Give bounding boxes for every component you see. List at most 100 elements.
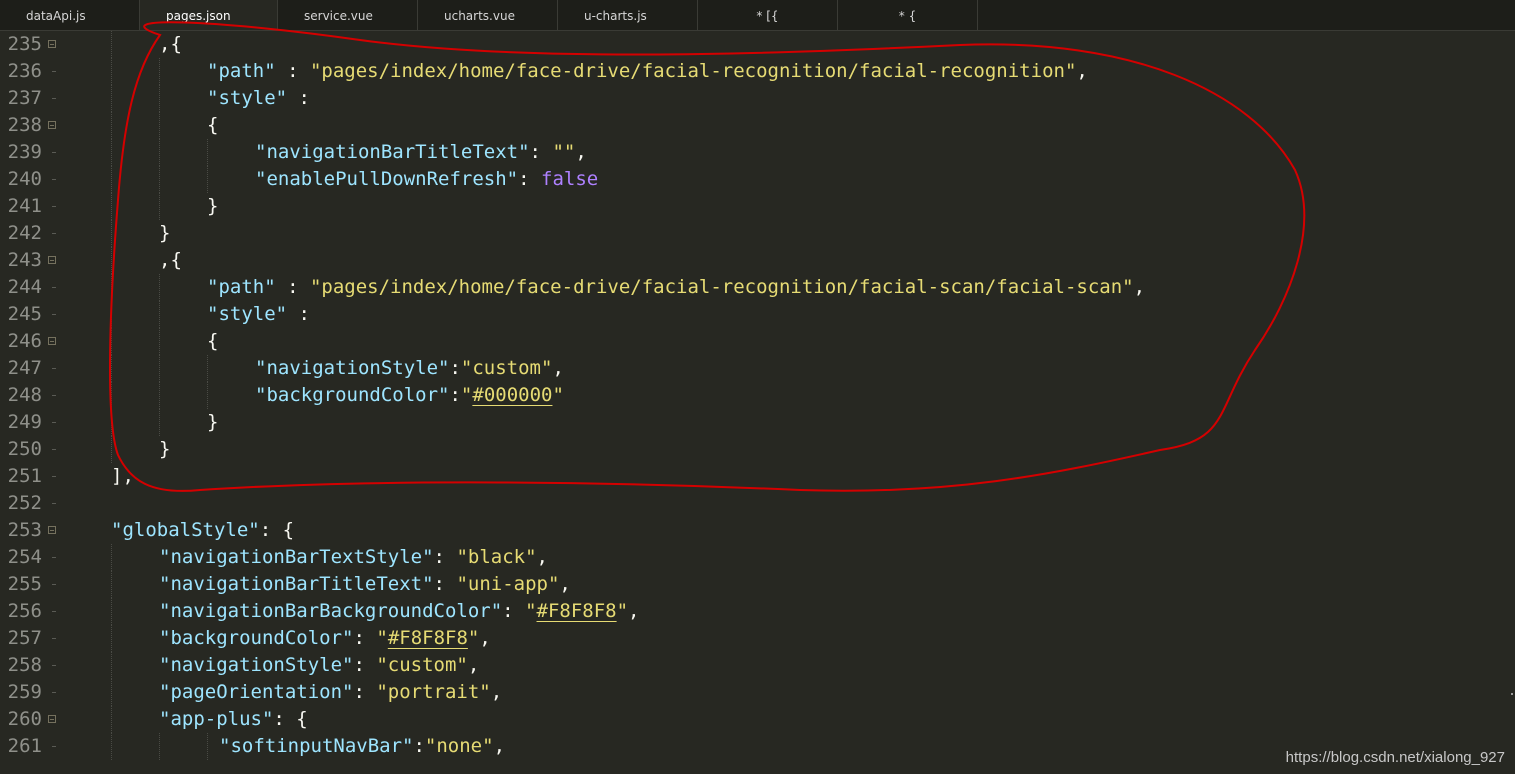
code-line[interactable]: 253 "globalStyle": { [0, 517, 1515, 544]
code-line[interactable]: 245 "style" : [0, 301, 1515, 328]
token-pun: , [490, 681, 503, 703]
line-number: 246 [7, 330, 42, 352]
code-line[interactable]: 257 "backgroundColor": "#F8F8F8", [0, 625, 1515, 652]
code-text: ], [111, 463, 134, 490]
token-key: "navigationStyle" [255, 357, 450, 379]
token-str: "portrait" [376, 681, 491, 703]
fold-guide-tick [52, 314, 56, 315]
code-line[interactable]: 251], [0, 463, 1515, 490]
code-line[interactable]: 250} [0, 436, 1515, 463]
code-line[interactable]: 235 ,{ [0, 31, 1515, 58]
token-key: "style" [207, 303, 288, 325]
indent-guide [111, 733, 112, 760]
code-line[interactable]: 239 "navigationBarTitleText": "", [0, 139, 1515, 166]
token-kw: false [541, 168, 599, 190]
token-str: "custom" [376, 654, 468, 676]
tab-4[interactable]: u-charts.js [558, 0, 698, 30]
line-number: 250 [7, 438, 42, 460]
fold-guide-tick [52, 638, 56, 639]
code-line[interactable]: 258 "navigationStyle": "custom", [0, 652, 1515, 679]
line-number: 259 [7, 681, 42, 703]
fold-toggle-icon[interactable] [48, 526, 56, 534]
code-line[interactable]: 256 "navigationBarBackgroundColor": "#F8F… [0, 598, 1515, 625]
tab-3[interactable]: ucharts.vue [418, 0, 558, 30]
token-str: "none" [424, 735, 494, 757]
token-str: " [552, 384, 564, 406]
fold-guide-tick [52, 503, 56, 504]
indent-guide [111, 706, 112, 733]
indent-guide [111, 31, 112, 58]
fold-toggle-icon[interactable] [48, 337, 56, 345]
fold-toggle-icon[interactable] [48, 121, 56, 129]
code-line[interactable]: 240 "enablePullDownRefresh": false [0, 166, 1515, 193]
tab-5[interactable]: * [{ [698, 0, 838, 30]
line-number: 243 [7, 249, 42, 271]
code-line[interactable]: 259 "pageOrientation": "portrait", [0, 679, 1515, 706]
token-pun: ,{ [159, 33, 182, 55]
code-line[interactable]: 244 "path" : "pages/index/home/face-drive… [0, 274, 1515, 301]
token-pun: : [433, 546, 457, 568]
line-number: 236 [7, 60, 42, 82]
tab-1[interactable]: pages.json [140, 0, 278, 30]
tab-2[interactable]: service.vue [278, 0, 418, 30]
token-pun: { [207, 114, 219, 136]
code-line[interactable]: 248 "backgroundColor":"#000000" [0, 382, 1515, 409]
code-line[interactable]: 255 "navigationBarTitleText": "uni-app", [0, 571, 1515, 598]
token-key: "enablePullDownRefresh" [255, 168, 519, 190]
code-text: ,{ [159, 31, 182, 58]
code-line[interactable]: 246 { [0, 328, 1515, 355]
fold-guide-tick [52, 287, 56, 288]
code-line[interactable]: 237 "style" : [0, 85, 1515, 112]
token-key: "navigationBarTextStyle" [159, 546, 434, 568]
line-number: 245 [7, 303, 42, 325]
indent-guide [111, 85, 112, 112]
token-pun: ,{ [159, 249, 182, 271]
token-str: "pages/index/home/face-drive/facial-reco… [309, 276, 1134, 298]
token-str: "uni-app" [456, 573, 560, 595]
code-line[interactable]: 241} [0, 193, 1515, 220]
code-line[interactable]: 243 ,{ [0, 247, 1515, 274]
code-line[interactable]: 236 "path" : "pages/index/home/face-drive… [0, 58, 1515, 85]
token-pun: , [1076, 60, 1088, 82]
code-line[interactable]: 252 [0, 490, 1515, 517]
fold-toggle-icon[interactable] [48, 256, 56, 264]
fold-guide-tick [52, 422, 56, 423]
token-key: "path" [207, 276, 276, 298]
fold-guide-tick [52, 665, 56, 666]
token-pun: { [207, 330, 219, 352]
indent-guide [111, 58, 112, 85]
token-str: " [460, 384, 473, 406]
line-number: 241 [7, 195, 42, 217]
token-pun: : [449, 384, 461, 406]
code-line[interactable]: 242} [0, 220, 1515, 247]
token-pun: , [559, 573, 571, 595]
indent-guide [207, 355, 208, 382]
code-text: } [159, 436, 170, 463]
fold-toggle-icon[interactable] [48, 40, 56, 48]
code-editor[interactable]: 235 ,{236 "path" : "pages/index/home/face-… [0, 31, 1515, 774]
token-pun: ], [111, 465, 134, 487]
code-line[interactable]: 260 "app-plus": { [0, 706, 1515, 733]
code-text: "backgroundColor": "#F8F8F8", [159, 625, 491, 652]
token-pun: : [413, 735, 425, 757]
tab-0[interactable]: dataApi.js [0, 0, 140, 30]
code-line[interactable]: 254 "navigationBarTextStyle": "black", [0, 544, 1515, 571]
line-number: 238 [7, 114, 42, 136]
token-pun: , [552, 357, 564, 379]
code-text: } [207, 409, 218, 436]
token-str: "" [552, 141, 576, 163]
fold-guide-tick [52, 611, 56, 612]
token-key: "navigationStyle" [159, 654, 354, 676]
fold-guide-tick [52, 71, 56, 72]
fold-toggle-icon[interactable] [48, 715, 56, 723]
token-pun: : { [259, 519, 295, 541]
tab-6[interactable]: * { [838, 0, 978, 30]
indent-guide [111, 328, 112, 355]
token-key: "softinputNavBar" [219, 735, 414, 757]
code-line[interactable]: 249} [0, 409, 1515, 436]
line-number: 258 [7, 654, 42, 676]
indent-guide [111, 436, 112, 463]
code-line[interactable]: 238 { [0, 112, 1515, 139]
code-text: "app-plus": { [159, 706, 308, 733]
code-line[interactable]: 247 "navigationStyle":"custom", [0, 355, 1515, 382]
